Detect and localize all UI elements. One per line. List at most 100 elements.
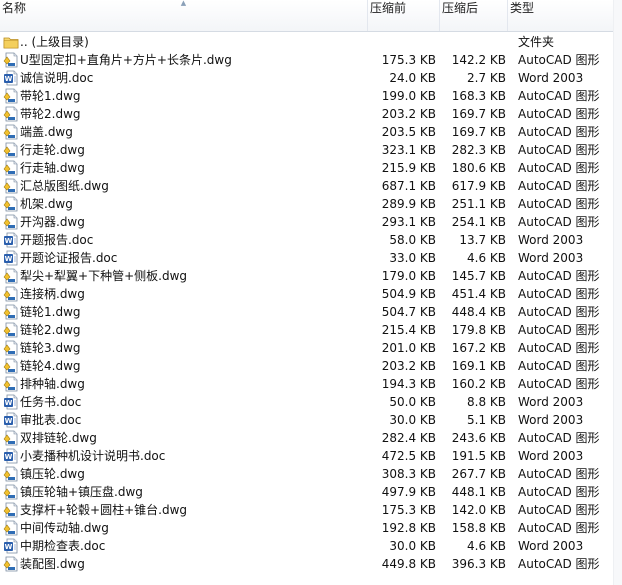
column-name-header[interactable]: ▲ 名称	[0, 0, 368, 31]
dwg-file-icon	[3, 556, 19, 572]
compressed-size: 158.8 KB	[451, 521, 506, 535]
column-header: ▲ 名称 压缩前 压缩后 类型	[0, 0, 622, 32]
file-name: 审批表.doc	[20, 413, 82, 427]
list-item[interactable]: 开沟器.dwg 293.1 KB 254.1 KB AutoCAD 图形	[0, 213, 622, 231]
compressed-size: 617.9 KB	[451, 179, 506, 193]
dwg-file-icon	[3, 196, 19, 212]
list-item[interactable]: 链轮4.dwg 203.2 KB 169.1 KB AutoCAD 图形	[0, 357, 622, 375]
list-item[interactable]: W 任务书.doc 50.0 KB 8.8 KB Word 2003	[0, 393, 622, 411]
file-name: 排种轴.dwg	[20, 377, 85, 391]
list-item[interactable]: 排种轴.dwg 194.3 KB 160.2 KB AutoCAD 图形	[0, 375, 622, 393]
list-item[interactable]: 端盖.dwg 203.5 KB 169.7 KB AutoCAD 图形	[0, 123, 622, 141]
dwg-file-icon	[3, 286, 19, 302]
list-item[interactable]: 中间传动轴.dwg 192.8 KB 158.8 KB AutoCAD 图形	[0, 519, 622, 537]
file-name: 链轮3.dwg	[20, 341, 81, 355]
doc-file-icon: W	[3, 232, 19, 248]
compressed-size: 191.5 KB	[451, 449, 506, 463]
column-compressed-size-header[interactable]: 压缩后	[440, 0, 508, 31]
list-item[interactable]: 支撑杆+轮毂+圆柱+锥台.dwg 175.3 KB 142.0 KB AutoCAD …	[0, 501, 622, 519]
compressed-size: 169.7 KB	[451, 125, 506, 139]
column-original-size-header[interactable]: 压缩前	[368, 0, 440, 31]
compressed-size: 2.7 KB	[467, 71, 506, 85]
file-type: AutoCAD 图形	[518, 485, 600, 499]
file-name: 镇压轮.dwg	[20, 467, 85, 481]
file-name: 行走轮.dwg	[20, 143, 85, 157]
file-name: 小麦播种机设计说明书.doc	[20, 449, 166, 463]
compressed-size: 396.3 KB	[451, 557, 506, 571]
file-type: AutoCAD 图形	[518, 269, 600, 283]
list-item[interactable]: W 小麦播种机设计说明书.doc 472.5 KB 191.5 KB Word 2003	[0, 447, 622, 465]
file-type: AutoCAD 图形	[518, 323, 600, 337]
dwg-file-icon	[3, 52, 19, 68]
original-size: 497.9 KB	[381, 485, 436, 499]
scrollbar-edge[interactable]	[613, 0, 622, 585]
file-name: 中期检查表.doc	[20, 539, 106, 553]
compressed-size: 142.0 KB	[451, 503, 506, 517]
original-size: 30.0 KB	[389, 413, 436, 427]
list-item[interactable]: 汇总版图纸.dwg 687.1 KB 617.9 KB AutoCAD 图形	[0, 177, 622, 195]
file-name: 端盖.dwg	[20, 125, 73, 139]
list-item[interactable]: 行走轮.dwg 323.1 KB 282.3 KB AutoCAD 图形	[0, 141, 622, 159]
dwg-file-icon	[3, 178, 19, 194]
column-type-header[interactable]: 类型	[508, 0, 614, 31]
list-item[interactable]: 双排链轮.dwg 282.4 KB 243.6 KB AutoCAD 图形	[0, 429, 622, 447]
original-size: 215.4 KB	[381, 323, 436, 337]
original-size: 203.2 KB	[381, 359, 436, 373]
file-type: AutoCAD 图形	[518, 503, 600, 517]
list-item[interactable]: 镇压轮.dwg 308.3 KB 267.7 KB AutoCAD 图形	[0, 465, 622, 483]
file-name: 开题论证报告.doc	[20, 251, 118, 265]
file-type: AutoCAD 图形	[518, 197, 600, 211]
list-item[interactable]: 犁尖+犁翼+下种管+侧板.dwg 179.0 KB 145.7 KB AutoCAD …	[0, 267, 622, 285]
compressed-size: 5.1 KB	[467, 413, 506, 427]
dwg-file-icon	[3, 214, 19, 230]
file-name: 任务书.doc	[20, 395, 82, 409]
compressed-size: 282.3 KB	[451, 143, 506, 157]
list-item[interactable]: 行走轴.dwg 215.9 KB 180.6 KB AutoCAD 图形	[0, 159, 622, 177]
doc-file-icon: W	[3, 538, 19, 554]
list-item[interactable]: 带轮2.dwg 203.2 KB 169.7 KB AutoCAD 图形	[0, 105, 622, 123]
list-item[interactable]: 链轮2.dwg 215.4 KB 179.8 KB AutoCAD 图形	[0, 321, 622, 339]
file-type: AutoCAD 图形	[518, 521, 600, 535]
list-item[interactable]: W 开题论证报告.doc 33.0 KB 4.6 KB Word 2003	[0, 249, 622, 267]
file-type: Word 2003	[518, 251, 584, 265]
file-name: 链轮2.dwg	[20, 323, 81, 337]
original-size: 194.3 KB	[381, 377, 436, 391]
list-item[interactable]: 链轮1.dwg 504.7 KB 448.4 KB AutoCAD 图形	[0, 303, 622, 321]
dwg-file-icon	[3, 430, 19, 446]
file-type: AutoCAD 图形	[518, 53, 600, 67]
original-size: 504.9 KB	[381, 287, 436, 301]
compressed-size: 160.2 KB	[451, 377, 506, 391]
original-size: 58.0 KB	[389, 233, 436, 247]
svg-text:W: W	[5, 453, 13, 461]
file-type: AutoCAD 图形	[518, 215, 600, 229]
file-name: 开沟器.dwg	[20, 215, 85, 229]
list-item[interactable]: 连接柄.dwg 504.9 KB 451.4 KB AutoCAD 图形	[0, 285, 622, 303]
list-item[interactable]: 镇压轮轴+镇压盘.dwg 497.9 KB 448.1 KB AutoCAD 图形	[0, 483, 622, 501]
original-size: 175.3 KB	[381, 53, 436, 67]
list-item[interactable]: W 中期检查表.doc 30.0 KB 4.6 KB Word 2003	[0, 537, 622, 555]
list-item[interactable]: 链轮3.dwg 201.0 KB 167.2 KB AutoCAD 图形	[0, 339, 622, 357]
original-size: 215.9 KB	[381, 161, 436, 175]
list-item[interactable]: W 开题报告.doc 58.0 KB 13.7 KB Word 2003	[0, 231, 622, 249]
file-name: 装配图.dwg	[20, 557, 85, 571]
file-type: AutoCAD 图形	[518, 341, 600, 355]
doc-file-icon: W	[3, 412, 19, 428]
file-name: U型固定扣+直角片+方片+长条片.dwg	[20, 53, 232, 67]
compressed-size: 168.3 KB	[451, 89, 506, 103]
file-name: 开题报告.doc	[20, 233, 94, 247]
list-item[interactable]: U型固定扣+直角片+方片+长条片.dwg 175.3 KB 142.2 KB Auto…	[0, 51, 622, 69]
list-item[interactable]: 机架.dwg 289.9 KB 251.1 KB AutoCAD 图形	[0, 195, 622, 213]
original-size: 50.0 KB	[389, 395, 436, 409]
list-item[interactable]: W 诚信说明.doc 24.0 KB 2.7 KB Word 2003	[0, 69, 622, 87]
list-item[interactable]: .. (上级目录) 文件夹	[0, 33, 622, 51]
doc-file-icon: W	[3, 394, 19, 410]
list-item[interactable]: W 审批表.doc 30.0 KB 5.1 KB Word 2003	[0, 411, 622, 429]
list-item[interactable]: 带轮1.dwg 199.0 KB 168.3 KB AutoCAD 图形	[0, 87, 622, 105]
dwg-file-icon	[3, 268, 19, 284]
original-size: 192.8 KB	[381, 521, 436, 535]
compressed-size	[440, 33, 506, 51]
list-item[interactable]: 装配图.dwg 449.8 KB 396.3 KB AutoCAD 图形	[0, 555, 622, 573]
original-size: 687.1 KB	[381, 179, 436, 193]
compressed-size: 180.6 KB	[451, 161, 506, 175]
original-size: 201.0 KB	[381, 341, 436, 355]
